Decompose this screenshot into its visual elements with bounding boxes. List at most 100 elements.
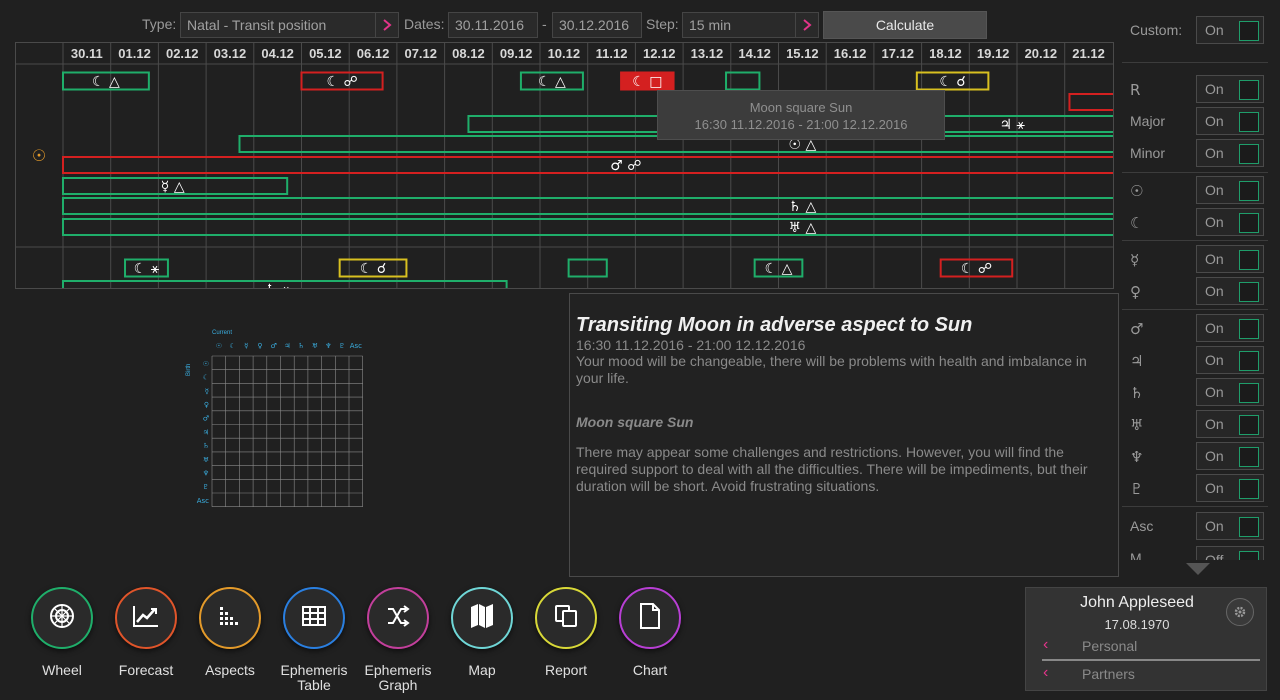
nav-button-label: Forecast	[118, 662, 174, 678]
table-icon	[302, 605, 326, 631]
filter-toggle-value: On	[1205, 251, 1224, 267]
nav-button-circle[interactable]	[535, 587, 597, 649]
nav-wheel-button[interactable]: Wheel	[30, 587, 94, 678]
matrix-column-glyph: ♀	[257, 342, 262, 350]
filter-toggle[interactable]: On	[1196, 314, 1264, 342]
chevron-right-icon	[803, 19, 812, 31]
grid-date-header: 14.12	[738, 46, 771, 61]
filter-toggle[interactable]: On	[1196, 512, 1264, 540]
filter-toggle[interactable]: On	[1196, 107, 1264, 135]
step-next-button[interactable]	[795, 12, 819, 38]
transit-bar[interactable]	[62, 156, 1114, 174]
filter-toggle[interactable]: Off	[1196, 546, 1264, 560]
nav-button-circle[interactable]	[283, 587, 345, 649]
filter-toggle[interactable]: On	[1196, 208, 1264, 236]
nav-report-button[interactable]: Report	[534, 587, 598, 678]
nav-button-label: Wheel	[42, 662, 82, 678]
toggle-checkbox-icon	[1239, 415, 1259, 435]
filter-toggle[interactable]: On	[1196, 378, 1264, 406]
transit-bar-label: ☾ ☍	[961, 261, 992, 277]
matrix-column-glyph: ♅	[312, 342, 318, 350]
nav-button-circle[interactable]	[451, 587, 513, 649]
grid-date-header: 08.12	[452, 46, 485, 61]
date-from-input[interactable]: 30.11.2016	[448, 12, 538, 38]
partners-tab-label: Partners	[1082, 666, 1135, 682]
nav-graph-button[interactable]: Ephemeris Graph	[365, 587, 431, 693]
filter-toggle-value: Off	[1205, 552, 1224, 560]
filter-toggle[interactable]: On	[1196, 176, 1264, 204]
nav-button-circle[interactable]	[367, 587, 429, 649]
transit-bar[interactable]	[62, 218, 1114, 236]
toggle-checkbox-icon	[1239, 144, 1259, 164]
date-separator: -	[542, 16, 547, 32]
matrix-row-glyph: ♄	[203, 442, 209, 450]
calculate-button[interactable]: Calculate	[823, 11, 987, 39]
nav-button-circle[interactable]	[31, 587, 93, 649]
nav-button-circle[interactable]	[115, 587, 177, 649]
grid-date-header: 02.12	[166, 46, 199, 61]
date-to-input[interactable]: 30.12.2016	[552, 12, 642, 38]
step-select[interactable]: 15 min	[682, 12, 798, 38]
grid-date-header: 07.12	[404, 46, 437, 61]
filter-toggle-value: On	[1205, 182, 1224, 198]
matrix-column-glyph: ♄	[298, 342, 304, 350]
report-icon	[554, 604, 578, 633]
toggle-checkbox-icon	[1239, 213, 1259, 233]
filter-toggle[interactable]: On	[1196, 410, 1264, 438]
partners-tab[interactable]: ‹ Partners	[1026, 662, 1266, 686]
filter-toggle[interactable]: On	[1196, 245, 1264, 273]
matrix-row-glyph: ♀	[204, 401, 209, 409]
filter-label: ☿	[1130, 251, 1140, 269]
toggle-checkbox-icon	[1239, 21, 1259, 41]
chevron-left-icon: ‹	[1043, 664, 1049, 681]
filter-toggle-value: On	[1205, 352, 1224, 368]
nav-forecast-button[interactable]: Forecast	[114, 587, 178, 678]
scroll-down-icon[interactable]	[1186, 562, 1210, 580]
matrix-row-glyph: Asc	[197, 497, 209, 505]
transit-bar-label: ♂ ☍	[610, 158, 641, 174]
nav-button-circle[interactable]	[619, 587, 681, 649]
filter-toggle[interactable]: On	[1196, 474, 1264, 502]
transit-bar-label: ☾ ☍	[326, 74, 357, 90]
filter-toggle[interactable]: On	[1196, 277, 1264, 305]
transit-grid-canvas: 30.11 01.12 02.12 03.12 04.12 05.12 06.12 07.12…	[16, 43, 1114, 288]
filter-toggle[interactable]: On	[1196, 139, 1264, 167]
filter-label: ♄	[1130, 384, 1144, 402]
nav-chart-button[interactable]: Chart	[618, 587, 682, 678]
filter-toggle-value: On	[1205, 214, 1224, 230]
matrix-row-glyph: ♂	[203, 415, 209, 423]
filter-toggle[interactable]: On	[1196, 442, 1264, 470]
natal-sun-icon: ☉	[32, 146, 46, 165]
matrix-row-glyph: ♆	[203, 469, 209, 477]
gear-icon	[1234, 606, 1246, 618]
filter-separator	[1122, 172, 1268, 173]
profile-settings-button[interactable]	[1226, 598, 1254, 626]
transit-bar[interactable]	[1068, 93, 1114, 111]
transit-bar-label: ☿ △	[161, 179, 185, 195]
nav-table-button[interactable]: Ephemeris Table	[281, 587, 347, 693]
chevron-left-icon: ‹	[1043, 636, 1049, 653]
filter-toggle[interactable]: On	[1196, 75, 1264, 103]
nav-map-button[interactable]: Map	[450, 587, 514, 678]
chart-icon	[639, 602, 661, 634]
toggle-checkbox-icon	[1239, 112, 1259, 132]
filter-label: ♅	[1130, 416, 1144, 434]
grid-date-header: 17.12	[881, 46, 914, 61]
personal-tab[interactable]: ‹ Personal	[1026, 634, 1266, 658]
transit-bar[interactable]	[62, 197, 1114, 215]
filter-toggle[interactable]: On	[1196, 346, 1264, 374]
nav-button-circle[interactable]	[199, 587, 261, 649]
grid-date-header: 05.12	[309, 46, 342, 61]
matrix-column-glyph: Asc	[350, 342, 362, 350]
matrix-column-glyph: ☿	[244, 342, 248, 350]
transit-grid[interactable]: 30.11 01.12 02.12 03.12 04.12 05.12 06.12 07.12…	[15, 42, 1114, 289]
type-next-button[interactable]	[375, 12, 399, 38]
matrix-title: Current	[212, 330, 232, 336]
filter-toggle-value: On	[1205, 518, 1224, 534]
filter-toggle[interactable]: On	[1196, 16, 1264, 44]
filter-toggle-value: On	[1205, 416, 1224, 432]
nav-aspects-button[interactable]: Aspects	[198, 587, 262, 678]
matrix-column-glyph: ♆	[325, 342, 331, 350]
type-select[interactable]: Natal - Transit position	[180, 12, 376, 38]
toggle-checkbox-icon	[1239, 80, 1259, 100]
